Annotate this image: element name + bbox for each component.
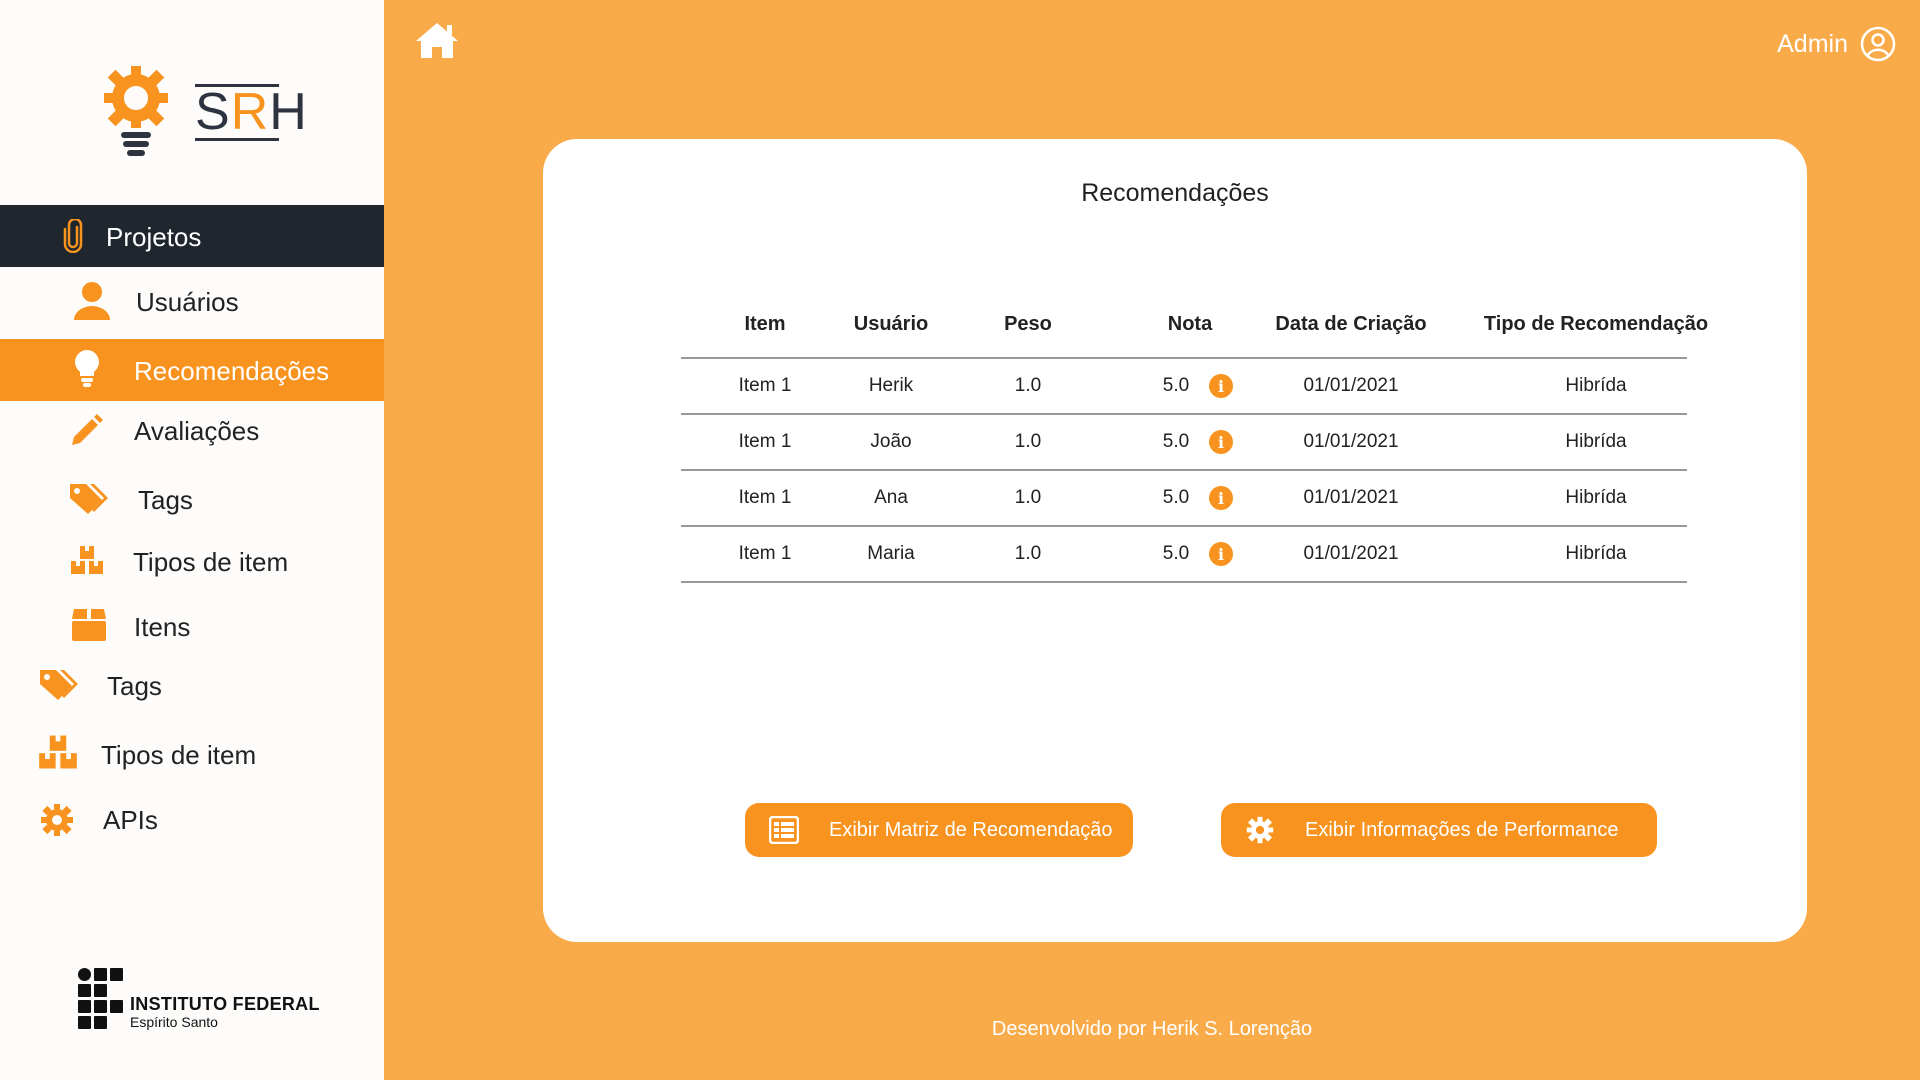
sidebar-item-label: APIs [103, 805, 158, 835]
cell-score: 5.0 [1162, 431, 1190, 452]
gear-icon [1246, 816, 1274, 844]
sidebar-item-label: Itens [134, 612, 191, 642]
recommendations-card: Recomendações Item Usuário Peso Nota Dat… [543, 139, 1807, 942]
column-header: Tipo de Recomendação [1483, 313, 1709, 335]
home-icon[interactable] [414, 20, 460, 60]
ifes-mark-icon [78, 968, 126, 1030]
user-circle-icon [1860, 26, 1896, 62]
cell-weight: 1.0 [1014, 543, 1042, 564]
sidebar-item-label: Usuários [136, 287, 239, 317]
gear-icon [40, 803, 74, 837]
cell-weight: 1.0 [1014, 487, 1042, 508]
logo-rule-bottom [195, 138, 279, 141]
cell-user: Ana [874, 487, 908, 508]
column-header: Nota [1167, 313, 1213, 335]
sidebar-item-tags-nested[interactable]: Tags [0, 468, 384, 530]
sidebar-item-projetos[interactable]: Projetos [0, 205, 384, 267]
button-label: Exibir Informações de Performance [1305, 819, 1619, 841]
sidebar-item-label: Tags [107, 671, 162, 701]
table-row[interactable]: Item 1 Herik 1.0 5.0 i 01/01/2021 Hibríd… [681, 359, 1687, 415]
sidebar-item-avaliacoes[interactable]: Avaliações [0, 399, 384, 461]
sidebar-item-recomendacoes[interactable]: Recomendações [0, 339, 384, 401]
cell-item: Item 1 [738, 487, 792, 508]
cell-user: João [870, 431, 912, 452]
info-icon[interactable]: i [1209, 430, 1233, 454]
paperclip-icon [58, 219, 88, 253]
info-icon[interactable]: i [1209, 486, 1233, 510]
sidebar-item-label: Tipos de item [133, 547, 289, 577]
institution-logo: INSTITUTO FEDERAL Espírito Santo [78, 968, 338, 1032]
cell-item: Item 1 [738, 431, 792, 452]
column-header: Usuário [853, 313, 929, 335]
srh-logo: SRH [100, 62, 307, 162]
boxes-icon [70, 544, 104, 576]
cell-user: Maria [867, 543, 915, 564]
logo-text: SRH [195, 83, 308, 141]
sidebar-item-tags[interactable]: Tags [0, 654, 384, 716]
tags-icon [38, 668, 80, 702]
user-icon [72, 280, 112, 320]
cell-weight: 1.0 [1014, 375, 1042, 396]
sidebar-item-label: Recomendações [134, 356, 330, 386]
cell-item: Item 1 [738, 375, 792, 396]
page-title: Recomendações [1081, 179, 1269, 207]
column-header: Peso [1004, 313, 1052, 335]
show-performance-button[interactable]: Exibir Informações de Performance [1221, 803, 1657, 857]
cell-type: Hibrída [1565, 487, 1627, 508]
show-matrix-button[interactable]: Exibir Matriz de Recomendação [745, 803, 1133, 857]
cell-score: 5.0 [1162, 375, 1190, 396]
box-icon [70, 605, 108, 643]
column-header: Item [744, 313, 786, 335]
sidebar-item-tipos-nested[interactable]: Tipos de item [0, 530, 384, 592]
column-header: Data de Criação [1275, 313, 1427, 335]
cell-date: 01/01/2021 [1303, 431, 1399, 452]
boxes-icon [38, 733, 78, 771]
table-header: Item Usuário Peso Nota Data de Criação T… [681, 299, 1708, 359]
tags-icon [68, 482, 110, 516]
sidebar-item-itens[interactable]: Itens [0, 595, 384, 657]
table-list-icon [769, 816, 799, 844]
sidebar-item-label: Tags [138, 485, 193, 515]
cell-score: 5.0 [1162, 543, 1190, 564]
cell-date: 01/01/2021 [1303, 375, 1399, 396]
info-icon[interactable]: i [1209, 374, 1233, 398]
cell-weight: 1.0 [1014, 431, 1042, 452]
table-row[interactable]: Item 1 Maria 1.0 5.0 i 01/01/2021 Hibríd… [681, 527, 1687, 583]
sidebar-item-label: Projetos [106, 222, 202, 252]
cell-type: Hibrída [1565, 375, 1627, 396]
sidebar-item-label: Tipos de item [101, 740, 257, 770]
institution-name: INSTITUTO FEDERAL [130, 994, 320, 1014]
sidebar-item-tipos[interactable]: Tipos de item [0, 723, 384, 785]
cell-type: Hibrída [1565, 543, 1627, 564]
user-name: Admin [1777, 29, 1848, 58]
cell-type: Hibrída [1565, 431, 1627, 452]
cell-date: 01/01/2021 [1303, 487, 1399, 508]
institution-campus: Espírito Santo [130, 1014, 218, 1030]
table-row[interactable]: Item 1 Ana 1.0 5.0 i 01/01/2021 Hibrída [681, 471, 1687, 527]
lightbulb-icon [72, 348, 102, 388]
pencil-icon [68, 413, 104, 449]
cell-score: 5.0 [1162, 487, 1190, 508]
lightbulb-gear-icon [104, 66, 168, 156]
cell-date: 01/01/2021 [1303, 543, 1399, 564]
cell-item: Item 1 [738, 543, 792, 564]
footer-credit: Desenvolvido por Herik S. Lorenção [991, 1018, 1313, 1040]
sidebar-item-usuarios[interactable]: Usuários [0, 270, 384, 332]
cell-user: Herik [868, 375, 914, 396]
sidebar-item-label: Avaliações [134, 416, 260, 446]
recommendations-table: Item Usuário Peso Nota Data de Criação T… [681, 299, 1708, 583]
sidebar: SRH Projetos Usuários Recomendações Aval… [0, 0, 384, 1080]
table-row[interactable]: Item 1 João 1.0 5.0 i 01/01/2021 Hibrída [681, 415, 1687, 471]
user-menu[interactable]: Admin [1777, 26, 1896, 62]
info-icon[interactable]: i [1209, 542, 1233, 566]
button-label: Exibir Matriz de Recomendação [829, 819, 1113, 841]
sidebar-item-apis[interactable]: APIs [0, 788, 384, 850]
